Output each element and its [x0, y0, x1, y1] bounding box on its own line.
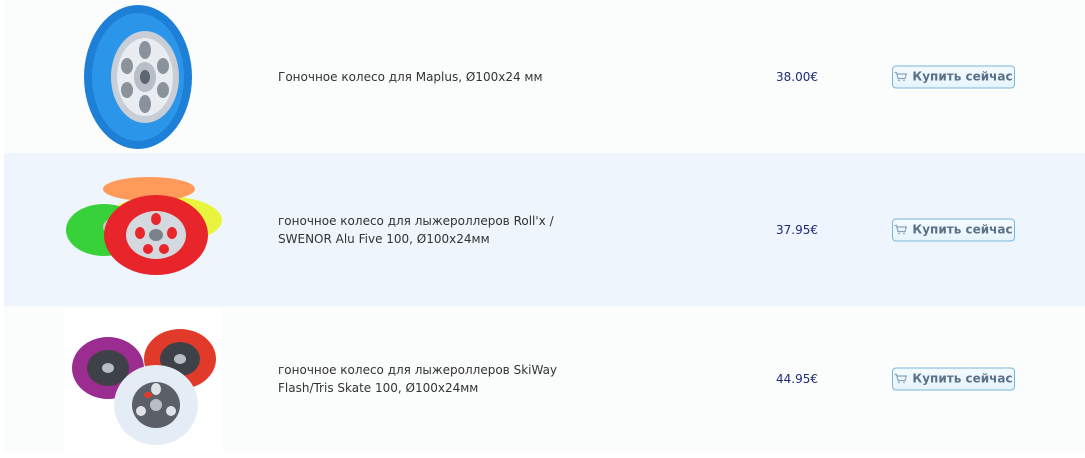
product-price: 37.95€: [776, 222, 818, 237]
product-name[interactable]: гоночное колесо для лыжероллеров Roll'x …: [278, 212, 578, 248]
product-image-skiway-wheels[interactable]: [64, 308, 222, 458]
product-row: гоночное колесо для лыжероллеров SkiWay …: [4, 306, 1085, 458]
buy-now-label: Купить сейчас: [912, 222, 1013, 237]
product-name[interactable]: гоночное колесо для лыжероллеров SkiWay …: [278, 361, 578, 397]
buy-now-button[interactable]: Купить сейчас: [892, 367, 1015, 390]
buy-now-button[interactable]: Купить сейчас: [892, 65, 1015, 88]
cart-icon: [894, 71, 908, 82]
cart-icon: [894, 224, 908, 235]
buy-now-button[interactable]: Купить сейчас: [892, 218, 1015, 241]
cart-icon: [894, 373, 908, 384]
product-image-colored-wheels[interactable]: [64, 155, 222, 305]
product-row: Гоночное колесо для Maplus, Ø100x24 мм 3…: [4, 0, 1085, 153]
buy-now-label: Купить сейчас: [912, 371, 1013, 386]
buy-now-label: Купить сейчас: [912, 69, 1013, 84]
product-list: Гоночное колесо для Maplus, Ø100x24 мм 3…: [4, 0, 1085, 458]
product-price: 38.00€: [776, 69, 818, 84]
product-price: 44.95€: [776, 371, 818, 386]
product-name[interactable]: Гоночное колесо для Maplus, Ø100x24 мм: [278, 68, 578, 86]
product-row: гоночное колесо для лыжероллеров Roll'x …: [4, 153, 1085, 306]
product-image-blue-wheel[interactable]: [64, 2, 222, 152]
